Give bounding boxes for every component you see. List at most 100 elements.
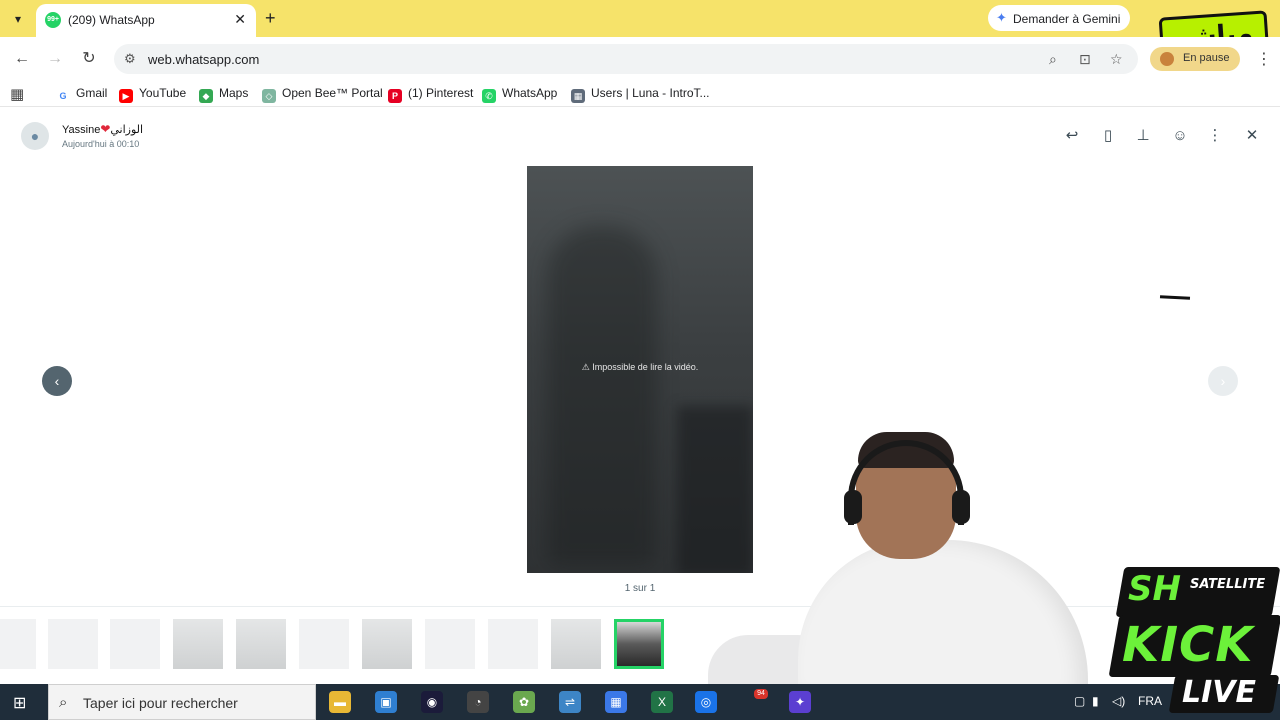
page-counter: 1 sur 1	[624, 583, 656, 594]
bookmark-item[interactable]: ◆ Maps	[199, 86, 249, 103]
tab-whatsapp[interactable]: 99+ (209) WhatsApp ✕	[36, 4, 256, 37]
sender-first-name: Yassine	[62, 124, 101, 136]
tab-close-icon[interactable]: ✕	[234, 11, 246, 28]
utility-app-icon[interactable]: ✿	[513, 691, 535, 713]
bookmark-label: Maps	[219, 86, 249, 100]
bookmark-favicon-icon: ◆	[199, 89, 213, 103]
new-tab-button[interactable]: +	[265, 8, 276, 29]
bookmark-item[interactable]: ✆ WhatsApp	[482, 86, 558, 103]
profile-avatar	[1160, 52, 1174, 66]
windows-start-icon[interactable]: ⊞	[13, 693, 26, 713]
taskbar-search[interactable]: ⌕ Taper ici pour rechercher	[48, 684, 316, 720]
bookmark-label: (1) Pinterest	[408, 86, 474, 100]
bookmark-favicon-icon: ✆	[482, 89, 496, 103]
pause-label: En pause	[1183, 52, 1230, 64]
file-explorer-icon[interactable]: ▬	[329, 691, 351, 713]
menu-icon[interactable]: ⋮	[1205, 126, 1225, 146]
emoji-icon[interactable]: ☺	[1170, 126, 1190, 146]
bookmark-favicon-icon: P	[388, 89, 402, 103]
network-app-icon[interactable]: ⇌	[559, 691, 581, 713]
store-icon[interactable]: ▣	[375, 691, 397, 713]
sender-avatar[interactable]: ●	[21, 122, 49, 150]
bookmark-label: Users | Luna - IntroT...	[591, 86, 710, 100]
bookmark-item[interactable]: ▶ YouTube	[119, 86, 187, 103]
thumbnail[interactable]	[551, 619, 601, 669]
gemini-sparkle-icon: ✦	[996, 10, 1007, 25]
gemini-label: Demander à Gemini	[1013, 12, 1121, 26]
browser-menu-icon[interactable]: ⋮	[1256, 49, 1272, 69]
address-bar[interactable]: ⚙ web.whatsapp.com ⌕ ⊡ ☆	[114, 44, 1138, 74]
sent-time: Aujourd'hui à 00:10	[62, 139, 140, 149]
cursor-mark	[1159, 295, 1191, 300]
media-viewer-header: ● Yassine❤الوزاني Aujourd'hui à 00:10 ↩ …	[0, 114, 1280, 158]
bookmark-favicon-icon: G	[56, 89, 70, 103]
sender-name[interactable]: Yassine❤الوزاني	[62, 122, 143, 136]
heart-icon: ❤	[100, 122, 111, 136]
webcam-overlay	[708, 420, 1108, 700]
thumbnail[interactable]	[0, 619, 36, 669]
thumbnail[interactable]	[236, 619, 286, 669]
back-arrow-icon[interactable]: ←	[12, 49, 32, 69]
search-icon: ⌕	[59, 694, 68, 711]
bookmark-label: Gmail	[76, 86, 108, 100]
pin-icon[interactable]: ⊥	[1133, 126, 1153, 146]
obs-icon[interactable]: ◔	[467, 691, 489, 713]
bookmarks-bar: ▦ G Gmail ▶ YouTube ◆ Maps ◇ Open Bee™ Portal P (…	[0, 81, 1280, 107]
bookmark-item[interactable]: P (1) Pinterest	[388, 86, 474, 103]
bookmark-label: WhatsApp	[502, 86, 558, 100]
next-media-button[interactable]: ›	[1208, 366, 1238, 396]
sender-suffix: الوزاني	[110, 124, 144, 136]
kick-sh-text: SH	[1128, 569, 1181, 609]
screen: ▾ 99+ (209) WhatsApp ✕ + ✦ Demander à Ge…	[0, 0, 1280, 720]
thumbnail[interactable]	[173, 619, 223, 669]
thumbnail[interactable]	[362, 619, 412, 669]
zoom-icon[interactable]: ⌕	[1049, 51, 1057, 68]
webcam-earcup-right	[952, 490, 970, 524]
profile-paused-button[interactable]: En pause	[1150, 47, 1240, 71]
bookmark-label: YouTube	[139, 86, 187, 100]
reload-icon[interactable]: ↻	[79, 49, 99, 69]
apps-grid-icon[interactable]: ▦	[10, 85, 24, 103]
windows-taskbar: ⊞ ⌕ Taper ici pour rechercher ▬ ▣ ◉ ◔ ✿ …	[0, 684, 1280, 720]
search-placeholder: Taper ici pour rechercher	[83, 695, 238, 711]
gemini-button[interactable]: ✦ Demander à Gemini	[988, 5, 1130, 31]
webcam-shirt	[798, 540, 1088, 700]
chrome-icon[interactable]: ◎	[695, 691, 717, 713]
calculator-icon[interactable]: ▦	[605, 691, 627, 713]
excel-icon[interactable]: X	[651, 691, 673, 713]
thumbnail[interactable]	[299, 619, 349, 669]
thumbnail-active[interactable]	[614, 619, 664, 669]
kick-live-logo: SH SATELLITE KICK LIVE	[1108, 555, 1280, 720]
camera-app-icon[interactable]: ◉	[421, 691, 443, 713]
video-blurred-person	[547, 226, 657, 566]
thumbnail[interactable]	[110, 619, 160, 669]
notification-badge: 94	[754, 689, 768, 699]
thumbnail[interactable]	[48, 619, 98, 669]
microphone-icon[interactable]: ▮	[1092, 694, 1099, 708]
bookmark-favicon-icon: ◇	[262, 89, 276, 103]
forward-arrow-icon[interactable]: →	[45, 49, 65, 69]
browser-toolbar: ← → ↻ ⚙ web.whatsapp.com ⌕ ⊡ ☆ En pause …	[0, 37, 1280, 81]
bookmark-label: Open Bee™ Portal	[282, 86, 383, 100]
thumbnail[interactable]	[488, 619, 538, 669]
install-app-icon[interactable]: ⊡	[1079, 51, 1091, 68]
kick-main-text: KICK	[1122, 617, 1254, 673]
reply-icon[interactable]: ↩	[1062, 126, 1082, 146]
bookmark-star-icon[interactable]: ☆	[1110, 51, 1123, 68]
site-settings-icon[interactable]: ⚙	[124, 51, 136, 67]
tab-title: (209) WhatsApp	[68, 13, 155, 27]
bookmark-item[interactable]: ◇ Open Bee™ Portal	[262, 86, 383, 103]
tray-window-icon[interactable]: ▢	[1074, 694, 1085, 708]
previous-media-button[interactable]: ‹	[42, 366, 72, 396]
kick-satellite-text: SATELLITE	[1190, 577, 1266, 592]
purple-app-icon[interactable]: ✦	[789, 691, 811, 713]
bookmark-item[interactable]: ▦ Users | Luna - IntroT...	[571, 86, 710, 103]
tab-search-chevron-icon[interactable]: ▾	[8, 9, 28, 29]
close-icon[interactable]: ✕	[1242, 126, 1262, 146]
kick-live-text: LIVE	[1182, 675, 1256, 710]
thumbnail[interactable]	[425, 619, 475, 669]
whatsapp-favicon-icon: 99+	[45, 12, 61, 28]
bookmark-icon[interactable]: ▯	[1098, 126, 1118, 146]
video-error-message: ⚠ Impossible de lire la vidéo.	[581, 362, 699, 372]
bookmark-item[interactable]: G Gmail	[56, 86, 108, 103]
